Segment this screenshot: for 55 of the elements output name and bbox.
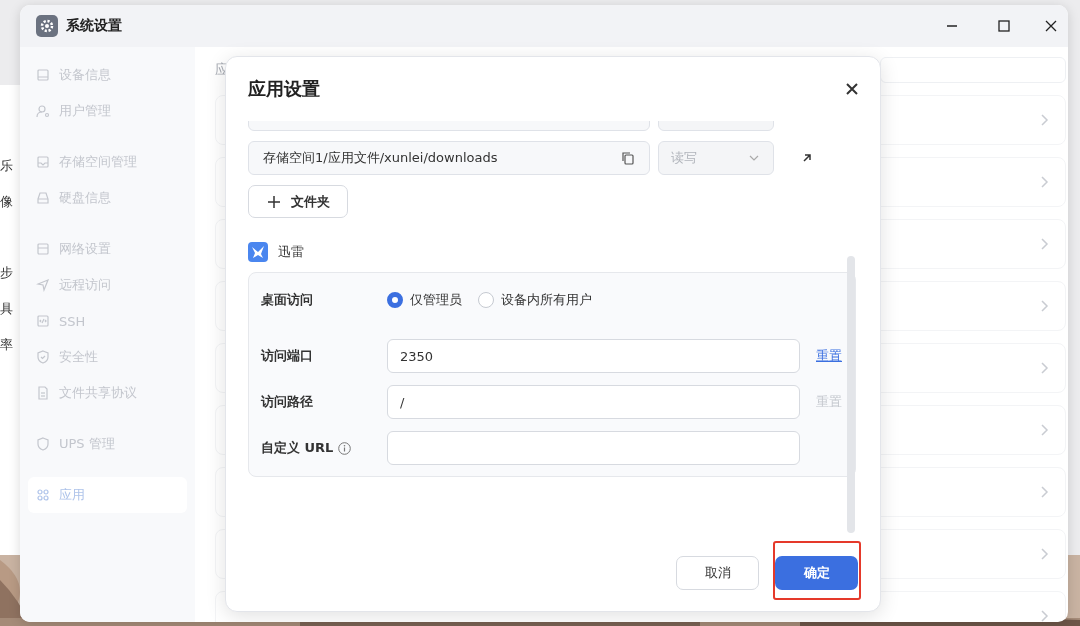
dialog-title: 应用设置 (248, 77, 320, 101)
send-icon (36, 278, 50, 292)
radio-label[interactable]: 仅管理员 (410, 291, 462, 309)
chevron-right-icon (1039, 113, 1049, 127)
radio-label[interactable]: 设备内所有用户 (501, 291, 592, 309)
background-window-text: 像 (0, 193, 13, 211)
input-field[interactable]: / (387, 385, 800, 419)
terminal-icon (36, 314, 50, 328)
field-label: 桌面访问 (261, 291, 314, 309)
document-icon (36, 386, 50, 400)
scrollbar[interactable] (847, 256, 855, 533)
input-field[interactable]: 2350 (387, 339, 800, 373)
info-icon[interactable] (338, 441, 352, 455)
app-name: 迅雷 (278, 243, 304, 261)
chevron-right-icon (1039, 299, 1049, 313)
inbox-icon (36, 155, 50, 169)
user-icon (36, 104, 50, 118)
field-label: 访问端口 (261, 347, 313, 365)
folder-path: 存储空间1/应用文件/xunlei/downloads (263, 149, 498, 167)
grid-icon (36, 488, 50, 502)
chevron-right-icon (1039, 485, 1049, 499)
monitor-icon (36, 68, 50, 82)
radio-button[interactable] (387, 292, 403, 308)
field-value: 2350 (400, 348, 434, 364)
maximize-icon[interactable] (998, 20, 1010, 32)
chevron-right-icon (1039, 237, 1049, 251)
background-window-text: 步 (0, 264, 13, 282)
field-value: / (400, 394, 405, 410)
confirm-button[interactable]: 确定 (775, 556, 858, 590)
close-icon[interactable] (844, 81, 860, 97)
cancel-button[interactable]: 取消 (676, 556, 759, 590)
background-window-text: 率 (0, 336, 13, 354)
chevron-right-icon (1039, 361, 1049, 375)
chevron-right-icon (1039, 175, 1049, 189)
shield-check-icon (36, 350, 50, 364)
input-field[interactable] (387, 431, 800, 465)
gear-icon (36, 15, 58, 37)
chevron-right-icon (1039, 547, 1049, 561)
reset-link[interactable]: 重置 (816, 347, 842, 365)
sidebar-item[interactable]: 应用 (28, 477, 187, 513)
close-icon[interactable] (1045, 20, 1057, 32)
plus-icon (266, 194, 281, 209)
chevron-right-icon (1039, 609, 1049, 622)
background-window-text: 乐 (0, 157, 13, 175)
window-title: 系统设置 (66, 17, 123, 35)
add-folder-button[interactable]: 文件夹 (248, 185, 348, 218)
field-label: 自定义 URL (261, 439, 334, 457)
field-label: 访问路径 (261, 393, 313, 411)
copy-icon[interactable] (621, 151, 635, 165)
chevron-right-icon (1039, 423, 1049, 437)
background-window-text: 具 (0, 300, 13, 318)
window-icon (36, 242, 50, 256)
folder-path-field[interactable]: 存储空间1/应用文件/xunlei/downloads (248, 141, 650, 175)
radio-button[interactable] (478, 292, 494, 308)
shield-icon (36, 437, 50, 451)
